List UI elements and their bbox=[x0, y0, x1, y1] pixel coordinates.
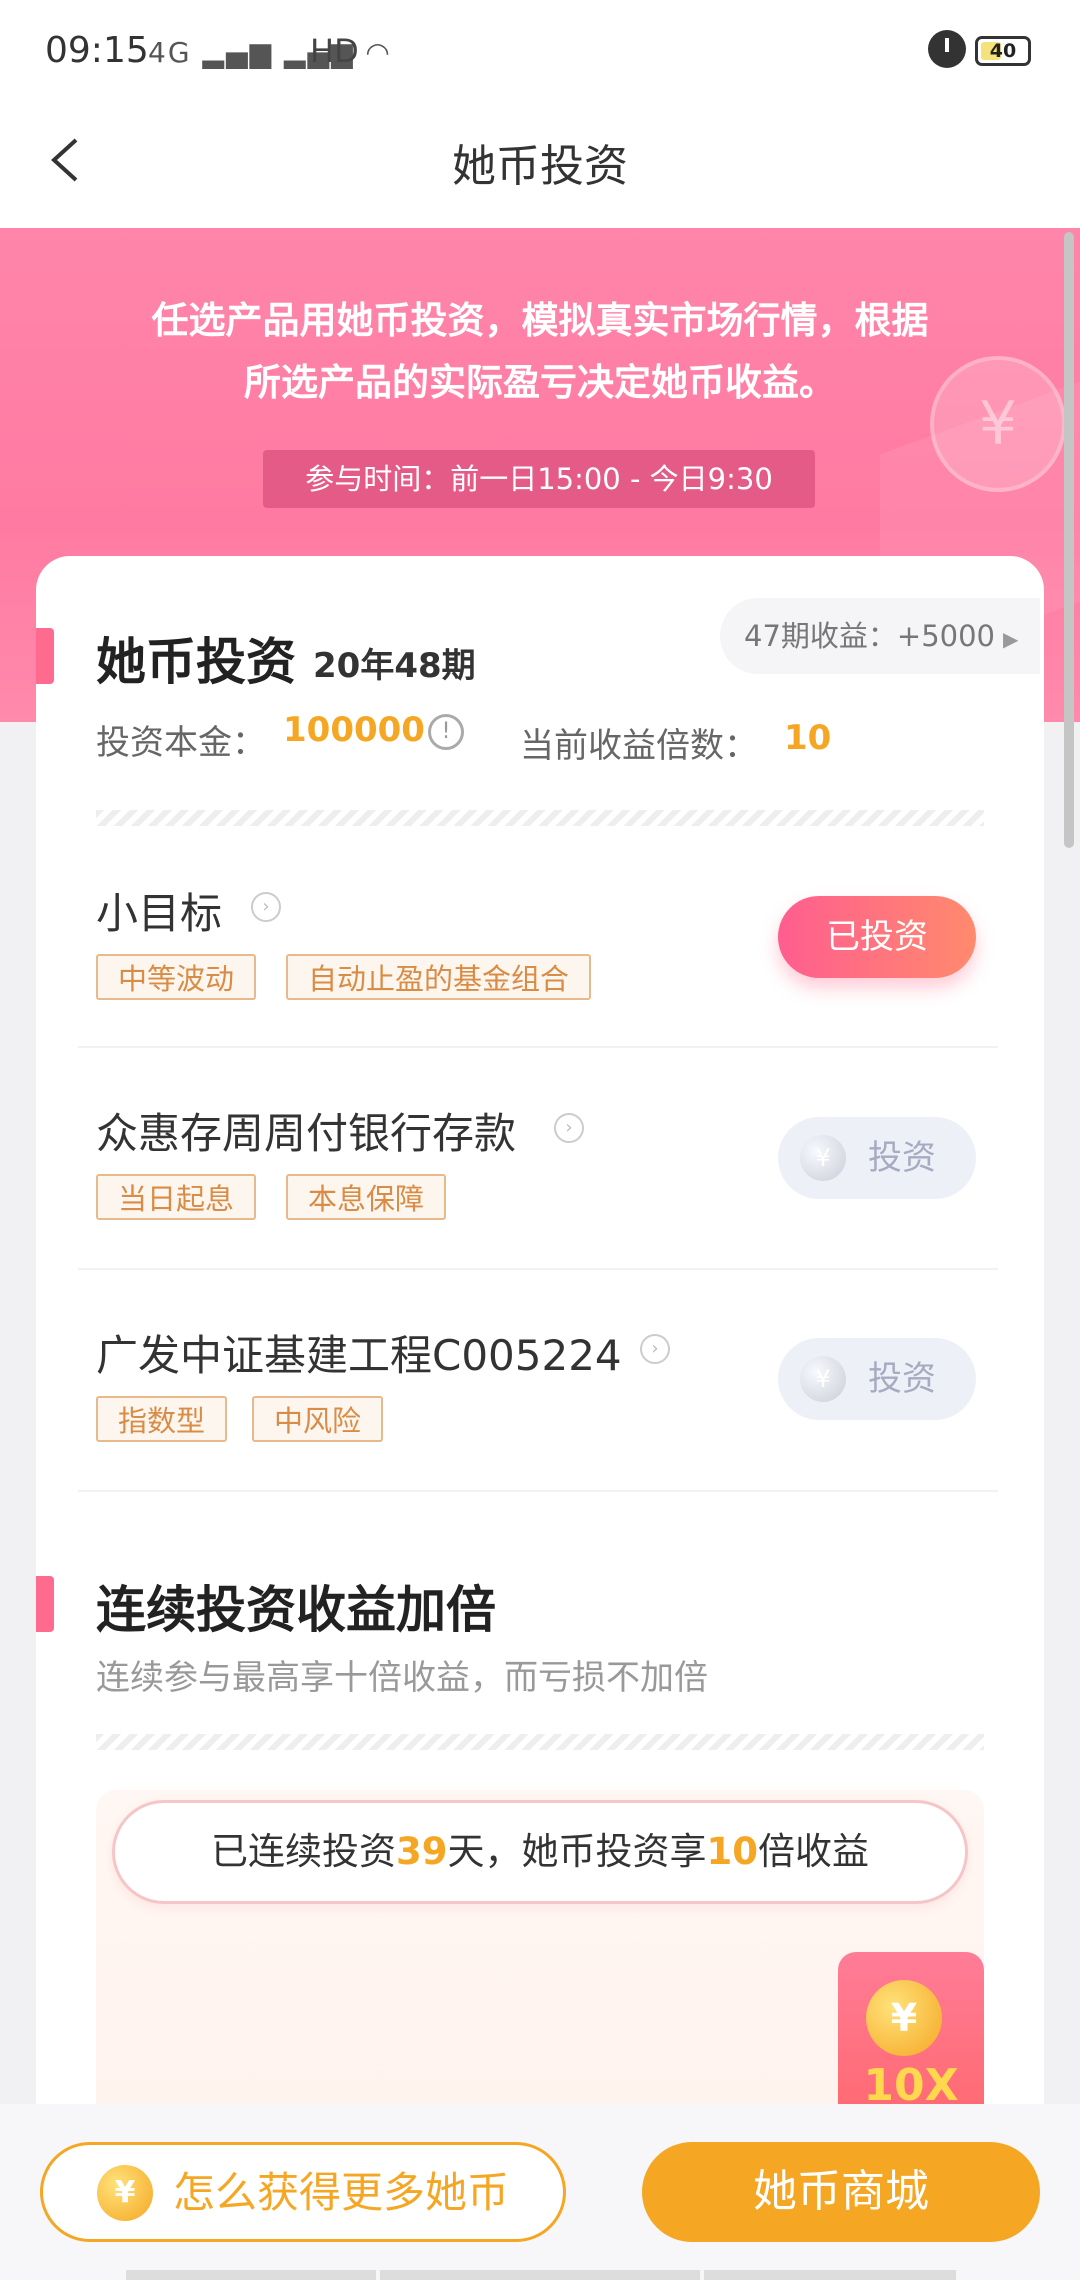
invest-button-label: 投资 bbox=[868, 1138, 936, 1178]
earn-more-button[interactable]: ¥ 怎么获得更多她币 bbox=[40, 2142, 566, 2242]
coin-shop-button[interactable]: 她币商城 bbox=[642, 2142, 1040, 2242]
earn-more-label: 怎么获得更多她币 bbox=[173, 2168, 510, 2217]
invest-button[interactable]: ¥ 投资 bbox=[778, 1338, 976, 1420]
divider-hatch bbox=[96, 810, 984, 826]
banner-line-1: 任选产品用她币投资，模拟真实市场行情，根据 bbox=[151, 299, 929, 342]
participation-time: 参与时间：前一日15:00 - 今日9:30 bbox=[263, 450, 815, 508]
product-tag: 中等波动 bbox=[96, 954, 257, 1000]
divider-hatch bbox=[96, 1734, 984, 1750]
coin-icon: ¥ bbox=[97, 2165, 153, 2221]
product-tag: 中风险 bbox=[252, 1396, 384, 1442]
section-accent bbox=[36, 628, 54, 684]
streak-mid: 天，她币投资享 bbox=[447, 1830, 707, 1873]
battery-icon: 40 bbox=[975, 36, 1031, 66]
alarm-icon bbox=[928, 30, 966, 68]
multiplier-label: 当前收益倍数： bbox=[520, 726, 758, 766]
product-name[interactable]: 小目标 bbox=[96, 880, 222, 941]
streak-suffix: 倍收益 bbox=[758, 1830, 869, 1873]
streak-title: 连续投资收益加倍 bbox=[96, 1581, 496, 1639]
battery-level: 40 bbox=[989, 40, 1017, 62]
coin-icon: ¥ bbox=[800, 1135, 846, 1181]
invested-button[interactable]: 已投资 bbox=[778, 896, 976, 978]
triangle-right-icon: ▶ bbox=[1003, 627, 1019, 651]
list-divider bbox=[78, 1046, 998, 1048]
multiplier-value: 10 bbox=[784, 718, 832, 758]
nav-indicator bbox=[126, 2270, 956, 2280]
period-label: 20年48期 bbox=[313, 646, 476, 686]
product-tag: 本息保障 bbox=[286, 1174, 447, 1220]
principal-label: 投资本金： bbox=[96, 723, 266, 763]
previous-earnings-button[interactable]: 47期收益：+5000 ▶ bbox=[720, 598, 1040, 674]
multiplier-card: ¥ 10X bbox=[838, 1952, 984, 2112]
section-accent bbox=[36, 1576, 54, 1632]
streak-days: 39 bbox=[396, 1830, 448, 1873]
scrollbar[interactable] bbox=[1064, 232, 1074, 848]
chevron-right-icon[interactable]: › bbox=[640, 1334, 670, 1364]
banner-description: 任选产品用她币投资，模拟真实市场行情，根据 所选产品的实际盈亏决定她币收益。 bbox=[80, 290, 1000, 414]
section-title: 她币投资 bbox=[96, 633, 296, 691]
previous-earnings-label: 47期收益：+5000 bbox=[744, 619, 996, 653]
product-tag: 当日起息 bbox=[96, 1174, 257, 1220]
page-title: 她币投资 bbox=[452, 141, 628, 192]
chevron-right-icon[interactable]: › bbox=[251, 892, 281, 922]
banner-line-2: 所选产品的实际盈亏决定她币收益。 bbox=[244, 361, 836, 404]
list-divider bbox=[78, 1490, 998, 1492]
invest-button-label: 投资 bbox=[868, 1359, 936, 1399]
principal-value: 100000 bbox=[283, 710, 425, 750]
nav-header: 她币投资 bbox=[0, 100, 1080, 228]
product-name[interactable]: 众惠存周周付银行存款 bbox=[96, 1100, 516, 1161]
status-time: 09:15 bbox=[45, 30, 149, 71]
product-name[interactable]: 广发中证基建工程C005224 bbox=[96, 1322, 622, 1383]
chevron-right-icon[interactable]: › bbox=[554, 1113, 584, 1143]
list-divider bbox=[78, 1268, 998, 1270]
signal-label: 4G bbox=[148, 36, 192, 69]
coin-icon: ¥ bbox=[800, 1356, 846, 1402]
hd-label: HD bbox=[310, 32, 359, 70]
invest-button[interactable]: ¥ 投资 bbox=[778, 1117, 976, 1199]
back-arrow-icon[interactable] bbox=[40, 130, 100, 190]
coin-icon: ¥ bbox=[866, 1980, 942, 2056]
streak-prefix: 已连续投资 bbox=[211, 1830, 396, 1873]
info-icon[interactable]: ! bbox=[428, 714, 464, 750]
status-bar: 09:15 4G ▂▄▆ ▂▄▆ ◠ HD 40 bbox=[0, 0, 1080, 100]
streak-status: 已连续投资39天，她币投资享10倍收益 bbox=[112, 1800, 968, 1904]
product-tag: 自动止盈的基金组合 bbox=[286, 954, 592, 1000]
product-tag: 指数型 bbox=[96, 1396, 228, 1442]
streak-multiplier: 10 bbox=[706, 1830, 759, 1873]
streak-subtitle: 连续参与最高享十倍收益，而亏损不加倍 bbox=[96, 1658, 708, 1698]
